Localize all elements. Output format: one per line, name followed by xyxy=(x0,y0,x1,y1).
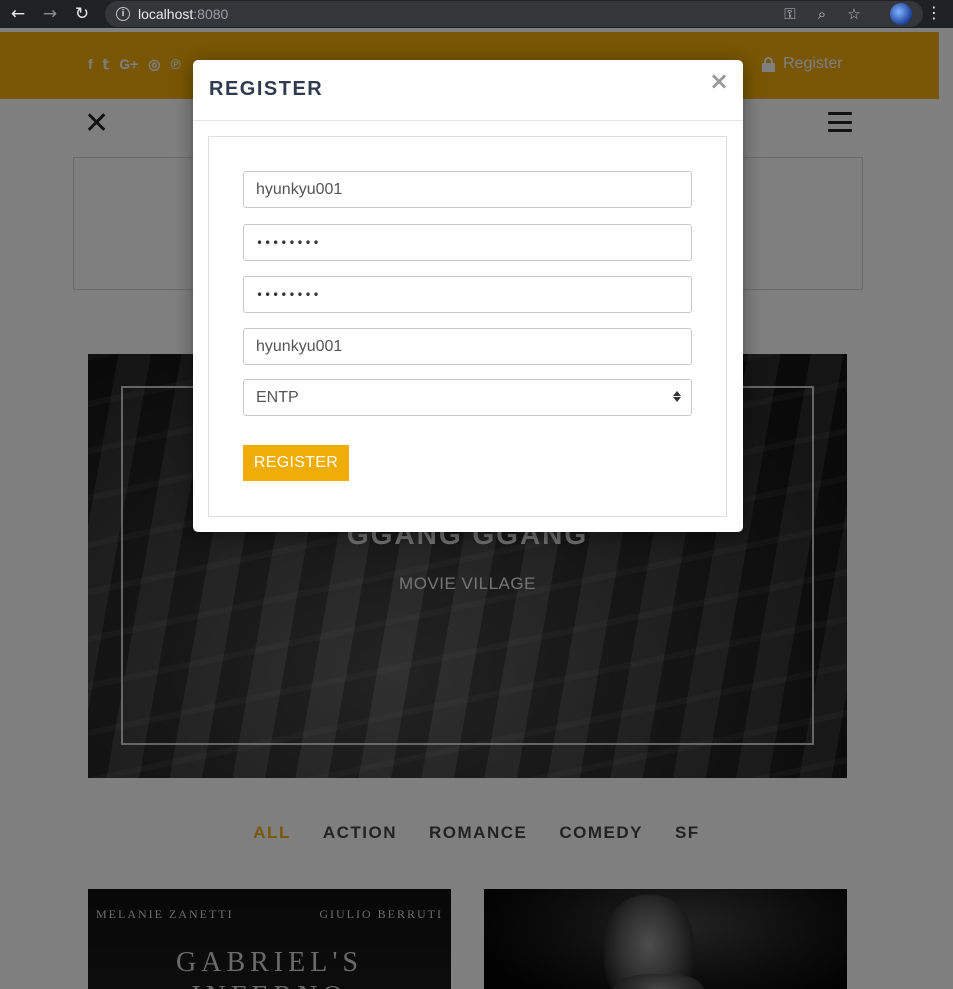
password-confirm-field[interactable]: •••••••• xyxy=(243,276,692,313)
select-arrows-icon xyxy=(673,391,681,402)
address-bar[interactable]: i localhost:8080 ⚿ ⌕ ☆ xyxy=(105,1,923,27)
mbti-select[interactable]: ENTP xyxy=(243,379,692,416)
register-form: hyunkyu001 •••••••• •••••••• hyunkyu001 … xyxy=(208,136,727,517)
password-field[interactable]: •••••••• xyxy=(243,224,692,261)
reload-icon[interactable]: ↻ xyxy=(68,0,96,28)
key-icon[interactable]: ⚿ xyxy=(781,5,799,23)
name-field[interactable]: hyunkyu001 xyxy=(243,328,692,365)
url-text[interactable]: localhost:8080 xyxy=(138,6,228,22)
star-icon[interactable]: ☆ xyxy=(845,5,863,23)
info-icon[interactable]: i xyxy=(116,7,130,21)
modal-title: REGISTER xyxy=(209,78,324,100)
register-submit-button[interactable]: REGISTER xyxy=(243,445,349,481)
browser-toolbar: ← → ↻ i localhost:8080 ⚿ ⌕ ☆ ⋮ xyxy=(0,0,953,28)
modal-close-icon[interactable]: × xyxy=(709,69,729,93)
username-field[interactable]: hyunkyu001 xyxy=(243,171,692,208)
menu-kebab-icon[interactable]: ⋮ xyxy=(926,5,942,21)
forward-icon[interactable]: → xyxy=(36,0,64,28)
register-modal: REGISTER × hyunkyu001 •••••••• •••••••• … xyxy=(193,60,743,532)
back-icon[interactable]: ← xyxy=(4,0,32,28)
zoom-icon[interactable]: ⌕ xyxy=(813,5,831,23)
profile-avatar[interactable] xyxy=(890,3,912,25)
modal-header: REGISTER × xyxy=(193,60,743,121)
